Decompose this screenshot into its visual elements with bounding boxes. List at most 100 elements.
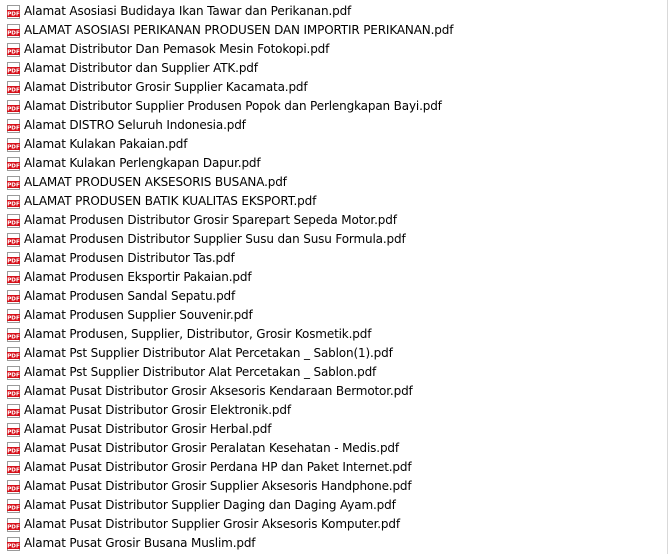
svg-text:PDF: PDF xyxy=(7,315,20,321)
svg-text:PDF: PDF xyxy=(7,49,20,55)
svg-text:PDF: PDF xyxy=(7,239,20,245)
file-list-item[interactable]: PDF ALAMAT PRODUSEN AKSESORIS BUSANA.pdf xyxy=(0,173,660,192)
svg-text:PDF: PDF xyxy=(7,11,20,17)
file-list-item[interactable]: PDF Alamat Produsen Sandal Sepatu.pdf xyxy=(0,287,660,306)
file-list-item[interactable]: PDF Alamat Pst Supplier Distributor Alat… xyxy=(0,344,660,363)
file-name: Alamat Pusat Distributor Grosir Supplier… xyxy=(24,479,412,493)
svg-text:PDF: PDF xyxy=(7,125,20,131)
svg-text:PDF: PDF xyxy=(7,410,20,416)
svg-text:PDF: PDF xyxy=(7,106,20,112)
pdf-file-icon: PDF xyxy=(7,270,20,285)
svg-text:PDF: PDF xyxy=(7,543,20,549)
svg-text:PDF: PDF xyxy=(7,448,20,454)
file-list-item[interactable]: PDF Alamat Pst Supplier Distributor Alat… xyxy=(0,363,660,382)
file-list-item[interactable]: PDF Alamat DISTRO Seluruh Indonesia.pdf xyxy=(0,116,660,135)
file-name: Alamat Pusat Grosir Busana Muslim.pdf xyxy=(24,536,256,550)
file-list-item[interactable]: PDF Alamat Pusat Grosir Busana Muslim.pd… xyxy=(0,534,660,553)
pdf-file-icon: PDF xyxy=(7,365,20,380)
svg-text:PDF: PDF xyxy=(7,486,20,492)
pdf-file-icon: PDF xyxy=(7,4,20,19)
svg-text:PDF: PDF xyxy=(7,334,20,340)
file-name: Alamat Kulakan Pakaian.pdf xyxy=(24,137,188,151)
pdf-file-icon: PDF xyxy=(7,327,20,342)
file-list-item[interactable]: PDF Alamat Kulakan Pakaian.pdf xyxy=(0,135,660,154)
svg-text:PDF: PDF xyxy=(7,505,20,511)
file-name: Alamat Pusat Distributor Grosir Perdana … xyxy=(24,460,412,474)
file-list-item[interactable]: PDF Alamat Kulakan Perlengkapan Dapur.pd… xyxy=(0,154,660,173)
file-list-item[interactable]: PDF Alamat Pusat Distributor Grosir Pera… xyxy=(0,439,660,458)
file-list-pane: PDF Alamat Asosiasi Budidaya Ikan Tawar … xyxy=(0,0,668,554)
file-list-item[interactable]: PDF Alamat Pusat Distributor Supplier Gr… xyxy=(0,515,660,534)
pdf-file-icon: PDF xyxy=(7,308,20,323)
file-name: Alamat Distributor Supplier Produsen Pop… xyxy=(24,99,442,113)
svg-text:PDF: PDF xyxy=(7,353,20,359)
pdf-file-icon: PDF xyxy=(7,194,20,209)
file-name: Alamat Pusat Distributor Supplier Grosir… xyxy=(24,517,400,531)
pdf-file-icon: PDF xyxy=(7,251,20,266)
svg-text:PDF: PDF xyxy=(7,277,20,283)
file-list: PDF Alamat Asosiasi Budidaya Ikan Tawar … xyxy=(0,2,660,553)
file-list-item[interactable]: PDF ALAMAT PRODUSEN BATIK KUALITAS EKSPO… xyxy=(0,192,660,211)
file-name: ALAMAT ASOSIASI PERIKANAN PRODUSEN DAN I… xyxy=(24,23,454,37)
file-name: Alamat Pusat Distributor Grosir Peralata… xyxy=(24,441,399,455)
svg-text:PDF: PDF xyxy=(7,87,20,93)
file-name: Alamat Pst Supplier Distributor Alat Per… xyxy=(24,346,393,360)
pdf-file-icon: PDF xyxy=(7,23,20,38)
file-name: Alamat Produsen Eksportir Pakaian.pdf xyxy=(24,270,252,284)
file-name: Alamat Pusat Distributor Supplier Daging… xyxy=(24,498,396,512)
file-list-item[interactable]: PDF Alamat Pusat Distributor Grosir Perd… xyxy=(0,458,660,477)
file-list-item[interactable]: PDF Alamat Produsen, Supplier, Distribut… xyxy=(0,325,660,344)
file-list-item[interactable]: PDF Alamat Produsen Distributor Tas.pdf xyxy=(0,249,660,268)
file-name: ALAMAT PRODUSEN BATIK KUALITAS EKSPORT.p… xyxy=(24,194,317,208)
file-name: Alamat Distributor Grosir Supplier Kacam… xyxy=(24,80,308,94)
file-list-item[interactable]: PDF Alamat Distributor Supplier Produsen… xyxy=(0,97,660,116)
pdf-file-icon: PDF xyxy=(7,441,20,456)
pdf-file-icon: PDF xyxy=(7,80,20,95)
svg-text:PDF: PDF xyxy=(7,144,20,150)
pdf-file-icon: PDF xyxy=(7,346,20,361)
file-name: Alamat Produsen, Supplier, Distributor, … xyxy=(24,327,372,341)
file-list-item[interactable]: PDF Alamat Asosiasi Budidaya Ikan Tawar … xyxy=(0,2,660,21)
file-name: Alamat Distributor dan Supplier ATK.pdf xyxy=(24,61,258,75)
file-list-item[interactable]: PDF Alamat Distributor dan Supplier ATK.… xyxy=(0,59,660,78)
pdf-file-icon: PDF xyxy=(7,156,20,171)
file-name: Alamat Pusat Distributor Grosir Herbal.p… xyxy=(24,422,272,436)
svg-text:PDF: PDF xyxy=(7,258,20,264)
file-list-item[interactable]: PDF Alamat Distributor Dan Pemasok Mesin… xyxy=(0,40,660,59)
file-list-item[interactable]: PDF ALAMAT ASOSIASI PERIKANAN PRODUSEN D… xyxy=(0,21,660,40)
pdf-file-icon: PDF xyxy=(7,213,20,228)
pdf-file-icon: PDF xyxy=(7,99,20,114)
file-list-item[interactable]: PDF Alamat Produsen Eksportir Pakaian.pd… xyxy=(0,268,660,287)
file-name: ALAMAT PRODUSEN AKSESORIS BUSANA.pdf xyxy=(24,175,287,189)
file-list-item[interactable]: PDF Alamat Produsen Distributor Supplier… xyxy=(0,230,660,249)
file-list-item[interactable]: PDF Alamat Pusat Distributor Grosir Akse… xyxy=(0,382,660,401)
file-name: Alamat Produsen Sandal Sepatu.pdf xyxy=(24,289,236,303)
file-name: Alamat DISTRO Seluruh Indonesia.pdf xyxy=(24,118,246,132)
pdf-file-icon: PDF xyxy=(7,460,20,475)
file-list-item[interactable]: PDF Alamat Distributor Grosir Supplier K… xyxy=(0,78,660,97)
file-list-item[interactable]: PDF Alamat Pusat Distributor Grosir Elek… xyxy=(0,401,660,420)
pdf-file-icon: PDF xyxy=(7,137,20,152)
file-name: Alamat Kulakan Perlengkapan Dapur.pdf xyxy=(24,156,261,170)
file-list-item[interactable]: PDF Alamat Pusat Distributor Grosir Supp… xyxy=(0,477,660,496)
pdf-file-icon: PDF xyxy=(7,384,20,399)
svg-text:PDF: PDF xyxy=(7,182,20,188)
file-list-item[interactable]: PDF Alamat Produsen Supplier Souvenir.pd… xyxy=(0,306,660,325)
svg-text:PDF: PDF xyxy=(7,391,20,397)
file-name: Alamat Pst Supplier Distributor Alat Per… xyxy=(24,365,377,379)
file-list-item[interactable]: PDF Alamat Produsen Distributor Grosir S… xyxy=(0,211,660,230)
pdf-file-icon: PDF xyxy=(7,61,20,76)
svg-text:PDF: PDF xyxy=(7,467,20,473)
svg-text:PDF: PDF xyxy=(7,524,20,530)
pdf-file-icon: PDF xyxy=(7,479,20,494)
file-list-item[interactable]: PDF Alamat Pusat Distributor Grosir Herb… xyxy=(0,420,660,439)
file-name: Alamat Produsen Distributor Grosir Spare… xyxy=(24,213,397,227)
svg-text:PDF: PDF xyxy=(7,163,20,169)
file-name: Alamat Produsen Distributor Supplier Sus… xyxy=(24,232,406,246)
file-list-item[interactable]: PDF Alamat Pusat Distributor Supplier Da… xyxy=(0,496,660,515)
file-name: Alamat Asosiasi Budidaya Ikan Tawar dan … xyxy=(24,4,352,18)
svg-text:PDF: PDF xyxy=(7,372,20,378)
pdf-file-icon: PDF xyxy=(7,517,20,532)
file-name: Alamat Distributor Dan Pemasok Mesin Fot… xyxy=(24,42,330,56)
svg-text:PDF: PDF xyxy=(7,30,20,36)
